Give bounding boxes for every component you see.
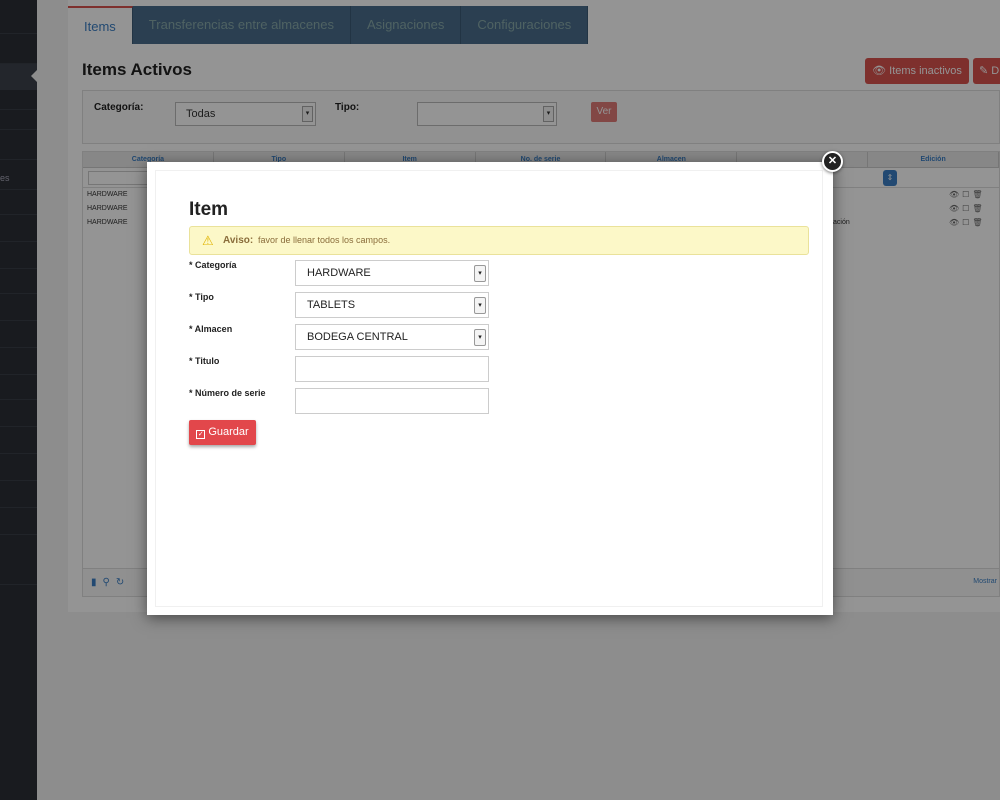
categoria-label: * Categoría: [189, 260, 237, 270]
alert-title: Aviso:: [223, 235, 254, 246]
categoria-select[interactable]: HARDWARE ▾: [295, 260, 489, 286]
almacen-select-value: BODEGA CENTRAL: [307, 331, 408, 343]
titulo-input[interactable]: [295, 356, 489, 382]
serie-label: * Número de serie: [189, 388, 266, 398]
categoria-select-value: HARDWARE: [307, 267, 371, 279]
warning-icon: ⚠: [202, 233, 214, 248]
item-modal-body: Item ⚠ Aviso: favor de llenar todos los …: [155, 170, 823, 607]
chevron-down-icon: ▾: [474, 297, 486, 314]
guardar-button[interactable]: ✓ Guardar: [189, 420, 256, 445]
warning-alert: ⚠ Aviso: favor de llenar todos los campo…: [189, 226, 809, 255]
tipo-label: * Tipo: [189, 292, 214, 302]
checkbox-icon: ✓: [196, 430, 206, 439]
serie-input[interactable]: [295, 388, 489, 414]
modal-title: Item: [189, 199, 229, 220]
titulo-label: * Titulo: [189, 356, 220, 366]
item-modal: Item ⚠ Aviso: favor de llenar todos los …: [147, 162, 833, 615]
tipo-select[interactable]: TABLETS ▾: [295, 292, 489, 318]
close-icon[interactable]: ✕: [822, 151, 843, 172]
almacen-select[interactable]: BODEGA CENTRAL ▾: [295, 324, 489, 350]
alert-message: favor de llenar todos los campos.: [258, 235, 391, 245]
tipo-select-value: TABLETS: [307, 299, 356, 311]
chevron-down-icon: ▾: [474, 265, 486, 282]
almacen-label: * Almacen: [189, 324, 233, 334]
chevron-down-icon: ▾: [474, 329, 486, 346]
guardar-label: Guardar: [208, 426, 249, 438]
